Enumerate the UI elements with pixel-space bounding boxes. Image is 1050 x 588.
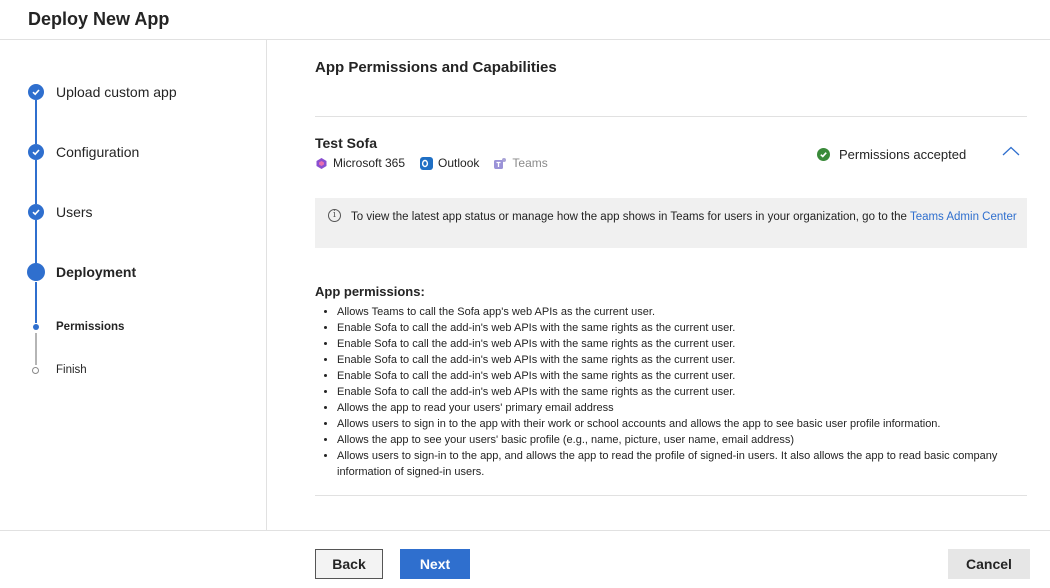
step-configuration: Configuration bbox=[56, 144, 140, 160]
header: Deploy New App bbox=[0, 0, 1050, 40]
section-title: App Permissions and Capabilities bbox=[315, 59, 557, 76]
check-icon bbox=[28, 144, 44, 160]
wizard-steps: Upload custom app Configuration Users De… bbox=[0, 40, 267, 530]
check-icon bbox=[28, 84, 44, 100]
app-name: Test Sofa bbox=[315, 135, 377, 151]
back-button[interactable]: Back bbox=[315, 549, 383, 579]
list-item: Allows users to sign in to the app with … bbox=[337, 416, 1047, 432]
host-list: Microsoft 365 Outlook Teams bbox=[315, 156, 563, 170]
permissions-list: Allows Teams to call the Sofa app's web … bbox=[315, 304, 1047, 480]
next-button[interactable]: Next bbox=[400, 549, 470, 579]
footer: Back Next Cancel bbox=[0, 530, 1050, 588]
info-text: To view the latest app status or manage … bbox=[351, 211, 907, 223]
list-item: Enable Sofa to call the add-in's web API… bbox=[337, 336, 1047, 352]
step-connector bbox=[35, 333, 37, 365]
current-step-dot bbox=[27, 263, 45, 281]
list-item: Allows Teams to call the Sofa app's web … bbox=[337, 304, 1047, 320]
main-content: App Permissions and Capabilities Test So… bbox=[267, 40, 1050, 530]
list-item: Enable Sofa to call the add-in's web API… bbox=[337, 368, 1047, 384]
success-check-icon bbox=[817, 148, 830, 161]
step-connector bbox=[35, 100, 37, 144]
step-upload: Upload custom app bbox=[56, 84, 177, 100]
pending-substep-dot bbox=[32, 367, 39, 374]
host-teams: Teams bbox=[494, 156, 548, 170]
permissions-title: App permissions: bbox=[315, 284, 425, 299]
check-icon bbox=[28, 204, 44, 220]
host-label: Microsoft 365 bbox=[333, 156, 406, 170]
list-item: Enable Sofa to call the add-in's web API… bbox=[337, 384, 1047, 400]
list-item: Allows the app to see your users' basic … bbox=[337, 432, 1047, 448]
chevron-up-icon bbox=[1002, 146, 1020, 156]
microsoft-365-icon bbox=[316, 157, 327, 169]
list-item: Enable Sofa to call the add-in's web API… bbox=[337, 320, 1047, 336]
list-item: Enable Sofa to call the add-in's web API… bbox=[337, 352, 1047, 368]
collapse-button[interactable] bbox=[1000, 140, 1022, 162]
substep-finish: Finish bbox=[56, 364, 87, 376]
outlook-icon bbox=[420, 156, 434, 170]
info-icon: i bbox=[328, 209, 341, 222]
cancel-button[interactable]: Cancel bbox=[948, 549, 1030, 579]
step-connector bbox=[35, 220, 37, 264]
teams-admin-center-link[interactable]: Teams Admin Center bbox=[910, 211, 1017, 223]
host-label: Outlook bbox=[438, 156, 480, 170]
step-deployment: Deployment bbox=[56, 264, 137, 280]
substep-permissions: Permissions bbox=[56, 321, 125, 333]
host-outlook: Outlook bbox=[420, 156, 479, 170]
teams-icon bbox=[494, 157, 507, 169]
step-users: Users bbox=[56, 204, 93, 220]
permission-status-text: Permissions accepted bbox=[839, 147, 967, 162]
step-connector bbox=[35, 282, 37, 323]
host-microsoft-365: Microsoft 365 bbox=[315, 156, 405, 170]
info-banner: i To view the latest app status or manag… bbox=[315, 198, 1027, 248]
host-label: Teams bbox=[512, 156, 548, 170]
page-title: Deploy New App bbox=[28, 9, 170, 29]
permission-status: Permissions accepted bbox=[817, 147, 966, 162]
divider bbox=[315, 116, 1027, 117]
list-item: Allows the app to read your users' prima… bbox=[337, 400, 1047, 416]
list-item: Allows users to sign-in to the app, and … bbox=[337, 448, 1047, 480]
current-substep-dot bbox=[33, 324, 39, 330]
step-connector bbox=[35, 160, 37, 204]
divider bbox=[315, 495, 1027, 496]
